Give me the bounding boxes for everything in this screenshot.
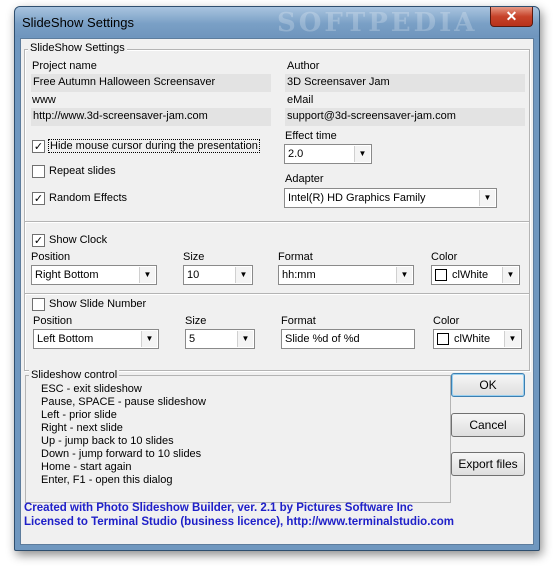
help-line: Up - jump back to 10 slides xyxy=(41,435,174,447)
clock-format-label: Format xyxy=(278,251,313,263)
slide-format-label: Format xyxy=(281,315,316,327)
chevron-down-icon[interactable]: ▼ xyxy=(139,267,155,283)
adapter-value: Intel(R) HD Graphics Family xyxy=(288,192,426,204)
project-name-field: Free Autumn Halloween Screensaver xyxy=(31,74,271,92)
slideshow-settings-group: SlideShow Settings Project name Free Aut… xyxy=(24,42,530,371)
close-button[interactable]: ✕ xyxy=(490,7,533,27)
www-label: www xyxy=(32,94,56,106)
ok-button[interactable]: OK xyxy=(451,373,525,397)
chevron-down-icon[interactable]: ▼ xyxy=(141,331,157,347)
slide-format-input[interactable]: Slide %d of %d xyxy=(281,329,415,349)
help-line: ESC - exit slideshow xyxy=(41,383,142,395)
dialog-window: SlideShow Settings SOFTPEDIA ✕ SlideShow… xyxy=(14,6,540,551)
slide-position-label: Position xyxy=(33,315,73,327)
clock-position-select[interactable]: Right Bottom ▼ xyxy=(31,265,157,285)
chevron-down-icon[interactable]: ▼ xyxy=(479,190,495,206)
adapter-select[interactable]: Intel(R) HD Graphics Family ▼ xyxy=(284,188,497,208)
export-files-button[interactable]: Export files xyxy=(451,452,525,476)
chevron-down-icon[interactable]: ▼ xyxy=(504,331,520,347)
chevron-down-icon[interactable]: ▼ xyxy=(396,267,412,283)
show-clock-label[interactable]: Show Clock xyxy=(49,234,107,246)
author-field: 3D Screensaver Jam xyxy=(285,74,525,92)
help-line: Home - start again xyxy=(41,461,132,473)
slide-color-value: clWhite xyxy=(454,333,491,345)
clock-size-label: Size xyxy=(183,251,205,263)
slide-position-value: Left Bottom xyxy=(37,333,94,345)
effect-time-label: Effect time xyxy=(285,130,337,142)
settings-group-legend: SlideShow Settings xyxy=(28,42,127,54)
title-bar[interactable]: SlideShow Settings SOFTPEDIA ✕ xyxy=(15,7,539,38)
color-swatch xyxy=(435,269,447,281)
help-line: Left - prior slide xyxy=(41,409,117,421)
slide-position-select[interactable]: Left Bottom ▼ xyxy=(33,329,159,349)
watermark: SOFTPEDIA xyxy=(277,8,478,38)
adapter-label: Adapter xyxy=(285,173,324,185)
clock-size-select[interactable]: 10 ▼ xyxy=(183,265,253,285)
author-label: Author xyxy=(287,60,320,72)
slide-size-label: Size xyxy=(185,315,207,327)
clock-color-select[interactable]: clWhite ▼ xyxy=(431,265,520,285)
window-title: SlideShow Settings xyxy=(22,15,135,30)
separator xyxy=(25,221,529,223)
help-line: Pause, SPACE - pause slideshow xyxy=(41,396,206,408)
email-label: eMail xyxy=(287,94,314,106)
credit-line-2: Licensed to Terminal Studio (business li… xyxy=(24,516,455,528)
clock-format-value: hh:mm xyxy=(282,269,316,281)
color-swatch xyxy=(437,333,449,345)
slideshow-control-legend: Slideshow control xyxy=(29,369,120,381)
check-icon: ✓ xyxy=(33,140,44,153)
check-icon: ✓ xyxy=(33,234,44,247)
repeat-slides-checkbox[interactable] xyxy=(32,165,45,178)
clock-color-label: Color xyxy=(431,251,458,263)
close-icon: ✕ xyxy=(505,8,518,24)
slide-size-select[interactable]: 5 ▼ xyxy=(185,329,255,349)
help-line: Enter, F1 - open this dialog xyxy=(41,474,173,486)
project-name-label: Project name xyxy=(32,60,97,72)
check-icon: ✓ xyxy=(33,192,44,205)
chevron-down-icon[interactable]: ▼ xyxy=(237,331,253,347)
effect-time-select[interactable]: 2.0 ▼ xyxy=(284,144,372,164)
separator xyxy=(25,293,529,295)
chevron-down-icon[interactable]: ▼ xyxy=(235,267,251,283)
help-line: Right - next slide xyxy=(41,422,123,434)
slide-color-select[interactable]: clWhite ▼ xyxy=(433,329,522,349)
clock-position-value: Right Bottom xyxy=(35,269,99,281)
random-effects-label[interactable]: Random Effects xyxy=(49,192,127,204)
email-field: support@3d-screensaver-jam.com xyxy=(285,108,525,126)
effect-time-value: 2.0 xyxy=(288,148,304,160)
clock-size-value: 10 xyxy=(187,269,200,281)
slide-color-label: Color xyxy=(433,315,460,327)
hide-cursor-label[interactable]: Hide mouse cursor during the presentatio… xyxy=(48,139,260,153)
hide-cursor-checkbox[interactable]: ✓ xyxy=(32,140,45,153)
show-slide-number-checkbox[interactable] xyxy=(32,298,45,311)
slide-size-value: 5 xyxy=(189,333,196,345)
credit-line-1: Created with Photo Slideshow Builder, ve… xyxy=(24,502,414,514)
slideshow-control-group: Slideshow control ESC - exit slideshow P… xyxy=(25,369,451,503)
chevron-down-icon[interactable]: ▼ xyxy=(354,146,370,162)
random-effects-checkbox[interactable]: ✓ xyxy=(32,192,45,205)
dialog-client: SlideShow Settings Project name Free Aut… xyxy=(20,38,534,545)
chevron-down-icon[interactable]: ▼ xyxy=(502,267,518,283)
www-field: http://www.3d-screensaver-jam.com xyxy=(31,108,271,126)
clock-color-value: clWhite xyxy=(452,269,489,281)
clock-format-select[interactable]: hh:mm ▼ xyxy=(278,265,414,285)
clock-position-label: Position xyxy=(31,251,71,263)
show-clock-checkbox[interactable]: ✓ xyxy=(32,234,45,247)
cancel-button[interactable]: Cancel xyxy=(451,413,525,437)
show-slide-number-label[interactable]: Show Slide Number xyxy=(49,298,146,310)
help-line: Down - jump forward to 10 slides xyxy=(41,448,202,460)
repeat-slides-label[interactable]: Repeat slides xyxy=(49,165,116,177)
